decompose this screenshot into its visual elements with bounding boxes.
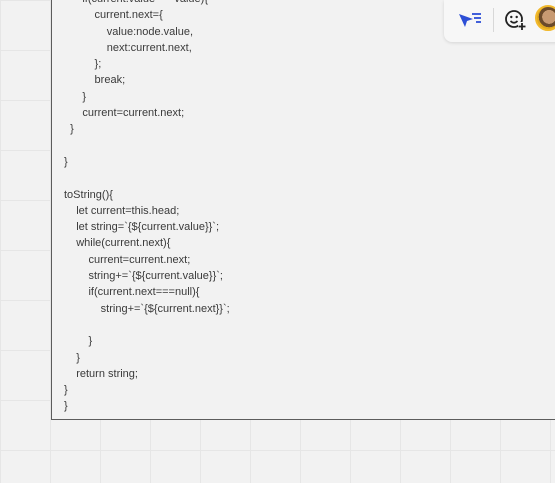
code-line: current=current.next; <box>64 253 191 266</box>
code-line: return string; <box>64 367 138 380</box>
code-line: } <box>64 335 93 348</box>
code-line: } <box>64 384 68 397</box>
add-reaction-button[interactable] <box>501 6 529 34</box>
code-line: while(current.next){ <box>64 237 171 250</box>
top-right-toolbar <box>444 0 555 42</box>
code-line: if(current.next===null){ <box>64 286 200 299</box>
code-line: current.next={ <box>64 9 163 22</box>
code-line: let string=`{${current.value}}`; <box>64 221 220 234</box>
code-line: } <box>64 123 74 136</box>
cursor-filter-button[interactable] <box>455 6 483 34</box>
code-line: value:node.value, <box>64 25 194 38</box>
toolbar-divider <box>493 8 494 32</box>
code-line: } <box>64 351 80 364</box>
code-line: } <box>64 400 68 413</box>
code-line: if(current.value===value){ <box>64 0 230 7</box>
code-line: toString(){ <box>64 188 113 201</box>
code-line: } <box>64 90 87 103</box>
user-avatar[interactable] <box>535 5 555 31</box>
code-line: string+=`{${current.next}}`; <box>64 302 230 315</box>
cursor-filter-icon <box>459 13 481 27</box>
code-line: break; <box>64 74 126 87</box>
code-block: if(current.value===value){ current.next=… <box>64 0 230 415</box>
code-line: }; <box>64 58 102 71</box>
code-line: } <box>64 155 68 168</box>
code-line: let current=this.head; <box>64 204 180 217</box>
code-line: next:current.next, <box>64 41 192 54</box>
code-line: current=current.next; <box>64 107 185 120</box>
code-line: string+=`{${current.value}}`; <box>64 270 223 283</box>
emoji-add-icon <box>505 10 526 30</box>
